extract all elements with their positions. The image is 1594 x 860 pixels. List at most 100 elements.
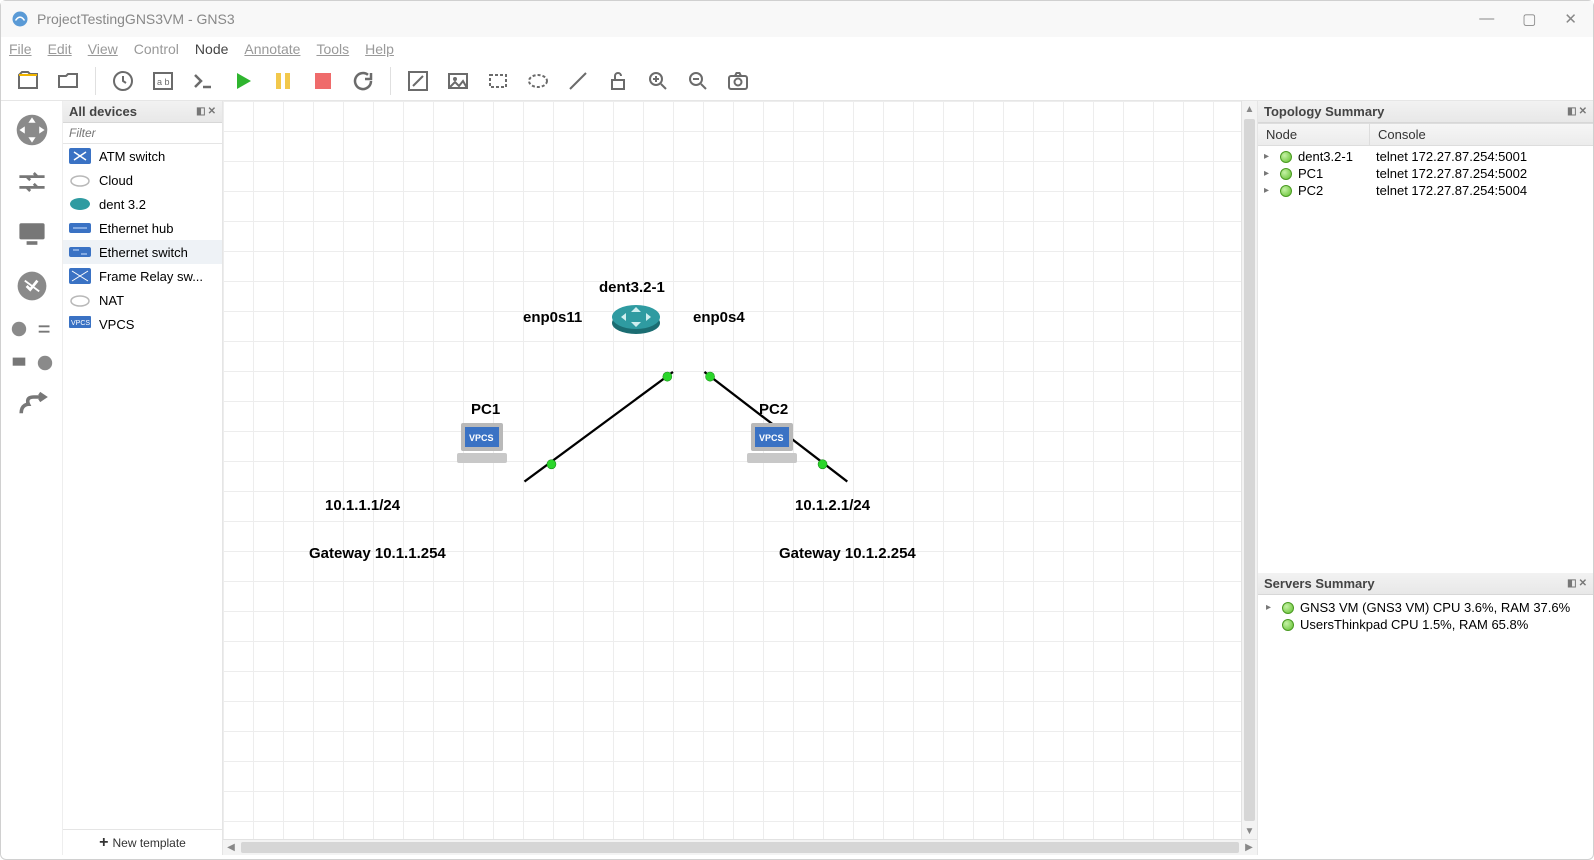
start-button[interactable] bbox=[226, 66, 260, 96]
line-button[interactable] bbox=[561, 66, 595, 96]
server-row[interactable]: ▸ GNS3 VM (GNS3 VM) CPU 3.6%, RAM 37.6% bbox=[1264, 599, 1587, 616]
servers-header: Servers Summary ◧✕ bbox=[1258, 573, 1593, 595]
undock-icon[interactable]: ◧ bbox=[1567, 578, 1576, 589]
device-item[interactable]: Ethernet hub bbox=[63, 216, 222, 240]
maximize-button[interactable]: ▢ bbox=[1522, 10, 1536, 28]
undock-icon[interactable]: ◧ bbox=[1567, 106, 1576, 117]
open-project-button[interactable] bbox=[51, 66, 85, 96]
cloud-icon bbox=[69, 172, 91, 188]
router-icon bbox=[69, 196, 91, 212]
sec-small-icon[interactable] bbox=[35, 353, 55, 373]
server-row[interactable]: UsersThinkpad CPU 1.5%, RAM 65.8% bbox=[1264, 616, 1587, 633]
zoom-out-button[interactable] bbox=[681, 66, 715, 96]
topology-row[interactable]: ▸PC2telnet 172.27.87.254:5004 bbox=[1262, 182, 1589, 199]
caret-icon: ▸ bbox=[1264, 151, 1274, 162]
new-template-button[interactable]: + New template bbox=[63, 829, 222, 855]
label-ip1: 10.1.1.1/24 bbox=[325, 497, 400, 514]
topology-node-name: PC2 bbox=[1298, 183, 1370, 198]
link-tool-icon[interactable] bbox=[11, 387, 53, 425]
close-button[interactable]: ✕ bbox=[1564, 10, 1577, 28]
lock-button[interactable] bbox=[601, 66, 635, 96]
security-icon[interactable] bbox=[11, 267, 53, 305]
device-label: Cloud bbox=[99, 173, 133, 188]
device-item[interactable]: Frame Relay sw... bbox=[63, 264, 222, 288]
device-item[interactable]: Cloud bbox=[63, 168, 222, 192]
topology-row[interactable]: ▸PC1telnet 172.27.87.254:5002 bbox=[1262, 165, 1589, 182]
node-router[interactable] bbox=[611, 299, 661, 335]
close-panel-icon[interactable]: ✕ bbox=[1579, 106, 1587, 117]
menu-help[interactable]: Help bbox=[365, 41, 394, 57]
device-filter-input[interactable] bbox=[63, 123, 222, 144]
menu-annotate[interactable]: Annotate bbox=[244, 41, 300, 57]
end-devices-icon[interactable] bbox=[11, 215, 53, 253]
topology-console: telnet 172.27.87.254:5001 bbox=[1376, 149, 1527, 164]
caret-icon: ▸ bbox=[1264, 185, 1274, 196]
device-item[interactable]: Ethernet switch bbox=[63, 240, 222, 264]
new-project-button[interactable] bbox=[11, 66, 45, 96]
svg-text:VPCS: VPCS bbox=[71, 320, 90, 327]
label-gw1: Gateway 10.1.1.254 bbox=[309, 545, 446, 562]
col-console[interactable]: Console bbox=[1370, 124, 1434, 145]
zoom-in-button[interactable] bbox=[641, 66, 675, 96]
pause-button[interactable] bbox=[266, 66, 300, 96]
console-button[interactable] bbox=[186, 66, 220, 96]
status-dot-icon bbox=[1280, 168, 1292, 180]
menu-edit[interactable]: Edit bbox=[48, 41, 72, 57]
image-button[interactable] bbox=[441, 66, 475, 96]
topology-header: Topology Summary ◧✕ bbox=[1258, 101, 1593, 123]
menu-file[interactable]: File bbox=[9, 41, 32, 57]
label-pc1: PC1 bbox=[471, 401, 500, 418]
vpcs-icon: VPCS bbox=[69, 316, 91, 332]
server-text: GNS3 VM (GNS3 VM) CPU 3.6%, RAM 37.6% bbox=[1300, 600, 1570, 615]
menu-control[interactable]: Control bbox=[134, 41, 179, 57]
undock-icon[interactable]: ◧ bbox=[196, 106, 205, 117]
rect-button[interactable] bbox=[481, 66, 515, 96]
node-pc1[interactable]: VPCS bbox=[455, 421, 509, 465]
minimize-button[interactable]: — bbox=[1479, 10, 1494, 28]
node-pc2[interactable]: VPCS bbox=[745, 421, 799, 465]
end-small-icon[interactable] bbox=[9, 353, 29, 373]
menu-node[interactable]: Node bbox=[195, 41, 228, 57]
canvas-hscroll[interactable]: ◀▶ bbox=[223, 839, 1257, 855]
menu-bar: File Edit View Control Node Annotate Too… bbox=[1, 37, 1593, 61]
menu-view[interactable]: View bbox=[88, 41, 118, 57]
device-item[interactable]: NAT bbox=[63, 288, 222, 312]
atm-icon bbox=[69, 148, 91, 164]
devices-panel: All devices ◧✕ ATM switchClouddent 3.2Et… bbox=[63, 101, 223, 855]
switches-small-icon[interactable] bbox=[35, 319, 55, 339]
ellipse-button[interactable] bbox=[521, 66, 555, 96]
reload-button[interactable] bbox=[346, 66, 380, 96]
svg-text:VPCS: VPCS bbox=[759, 433, 784, 443]
device-label: NAT bbox=[99, 293, 124, 308]
switch-icon bbox=[69, 244, 91, 260]
cloud-icon bbox=[69, 292, 91, 308]
label-if-right: enp0s4 bbox=[693, 309, 745, 326]
device-label: Ethernet switch bbox=[99, 245, 188, 260]
snapshot-button[interactable] bbox=[106, 66, 140, 96]
devices-panel-title: All devices bbox=[69, 104, 137, 119]
device-item[interactable]: ATM switch bbox=[63, 144, 222, 168]
show-names-button[interactable]: a b bbox=[146, 66, 180, 96]
right-panels: Topology Summary ◧✕ Node Console ▸dent3.… bbox=[1257, 101, 1593, 855]
device-label: Frame Relay sw... bbox=[99, 269, 203, 284]
screenshot-button[interactable] bbox=[721, 66, 755, 96]
all-devices-small-icon[interactable] bbox=[9, 319, 29, 339]
caret-icon: ▸ bbox=[1266, 602, 1276, 613]
routers-icon[interactable] bbox=[11, 111, 53, 149]
status-dot-icon bbox=[1282, 619, 1294, 631]
switches-icon[interactable] bbox=[11, 163, 53, 201]
device-label: ATM switch bbox=[99, 149, 165, 164]
menu-tools[interactable]: Tools bbox=[316, 41, 349, 57]
col-node[interactable]: Node bbox=[1258, 124, 1370, 145]
stop-button[interactable] bbox=[306, 66, 340, 96]
title-bar: ProjectTestingGNS3VM - GNS3 — ▢ ✕ bbox=[1, 1, 1593, 37]
close-panel-icon[interactable]: ✕ bbox=[208, 106, 216, 117]
app-icon bbox=[11, 10, 29, 28]
canvas-vscroll[interactable]: ▲▼ bbox=[1241, 101, 1257, 839]
note-button[interactable] bbox=[401, 66, 435, 96]
close-panel-icon[interactable]: ✕ bbox=[1579, 578, 1587, 589]
device-item[interactable]: VPCSVPCS bbox=[63, 312, 222, 336]
topology-row[interactable]: ▸dent3.2-1telnet 172.27.87.254:5001 bbox=[1262, 148, 1589, 165]
topology-canvas[interactable]: VPCS VPCS dent3.2-1 enp0s11 enp0s4 PC1 P… bbox=[223, 101, 1241, 839]
device-item[interactable]: dent 3.2 bbox=[63, 192, 222, 216]
